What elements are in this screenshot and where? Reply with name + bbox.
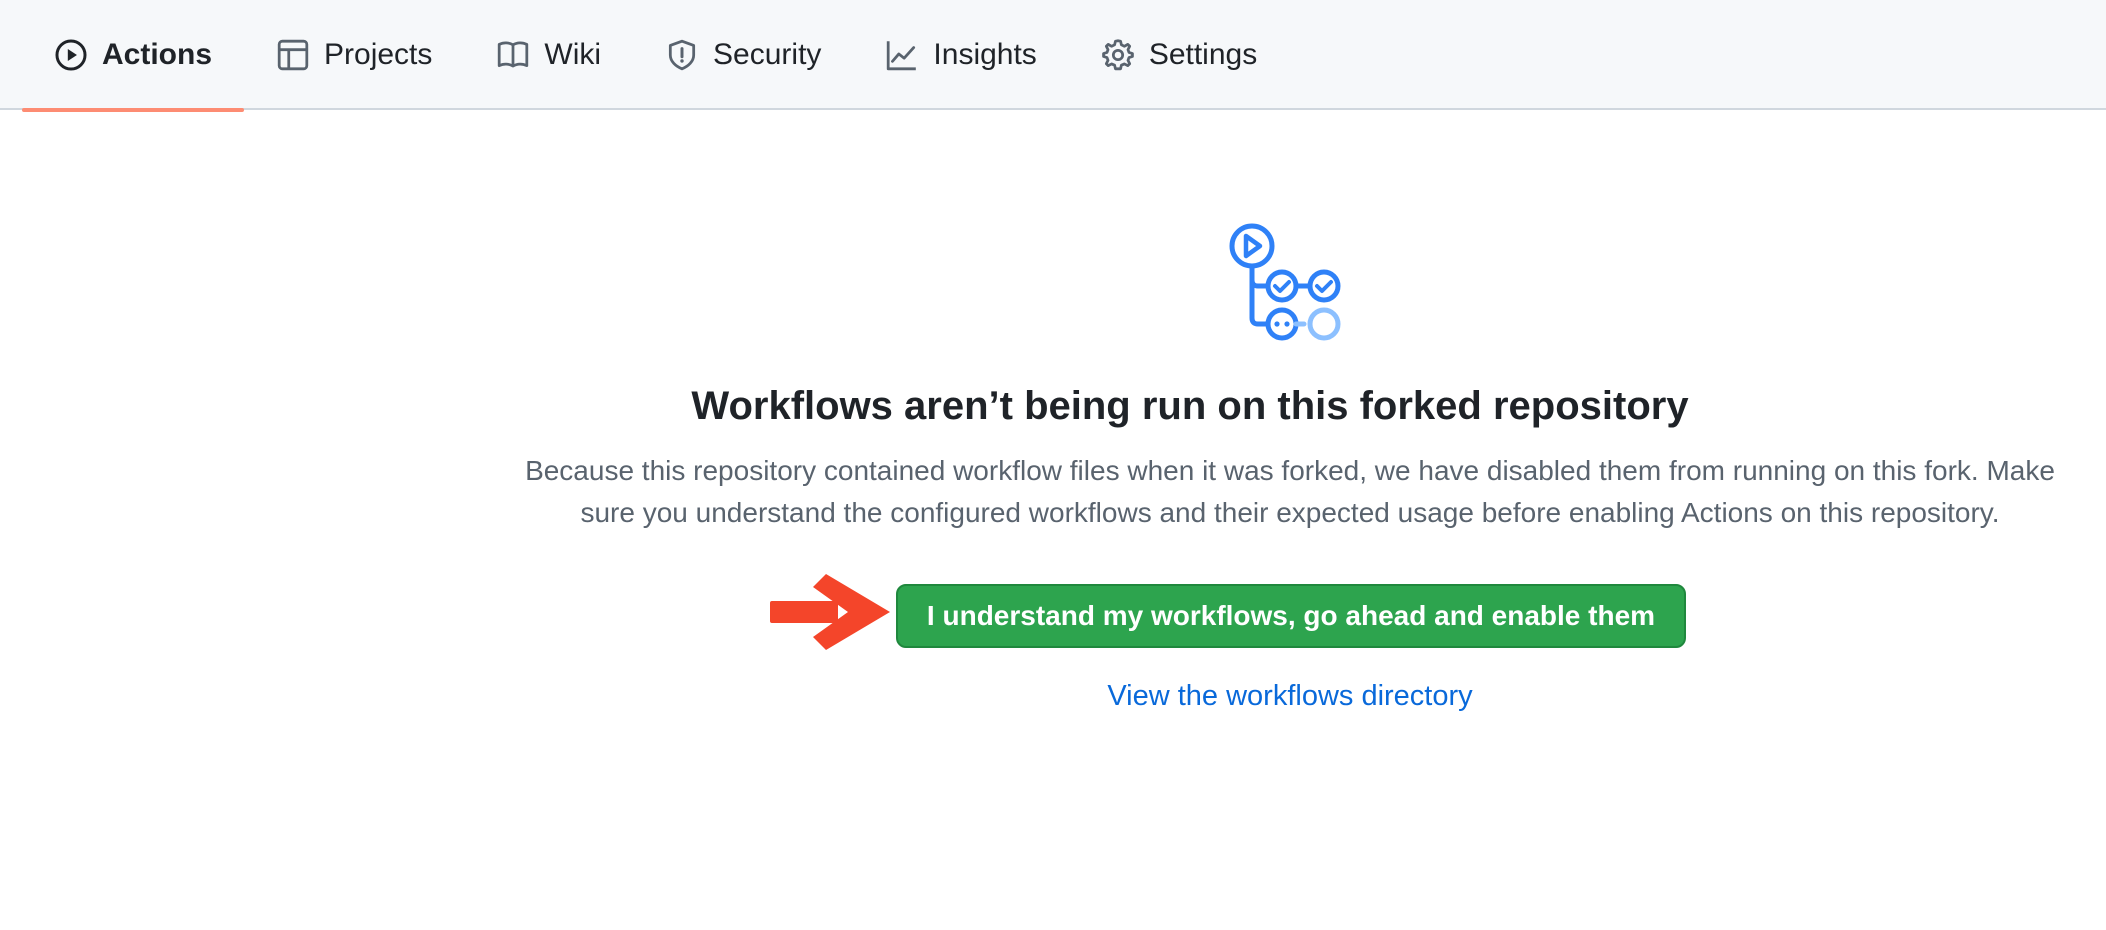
book-icon xyxy=(496,38,530,72)
tab-label: Projects xyxy=(324,38,433,71)
tab-projects[interactable]: Projects xyxy=(244,0,464,110)
tab-settings[interactable]: Settings xyxy=(1069,0,1289,110)
tab-label: Actions xyxy=(102,38,213,71)
play-icon xyxy=(54,38,88,72)
gear-icon xyxy=(1101,38,1135,72)
workflows-directory-link[interactable]: View the workflows directory xyxy=(990,680,1590,713)
table-icon xyxy=(276,38,310,72)
tab-wiki[interactable]: Wiki xyxy=(464,0,633,110)
blankslate-description: Because this repository contained workfl… xyxy=(480,450,2100,534)
description-line: Because this repository contained workfl… xyxy=(525,455,2055,486)
enable-workflows-button[interactable]: I understand my workflows, go ahead and … xyxy=(896,584,1686,648)
workflow-icon xyxy=(1229,223,1341,341)
arrow-right-icon xyxy=(770,574,890,650)
tab-label: Insights xyxy=(933,38,1037,71)
tab-actions[interactable]: Actions xyxy=(22,0,245,112)
repo-tabs: Actions Projects Wiki Security Insights xyxy=(22,0,1289,112)
tab-label: Security xyxy=(713,38,822,71)
graph-icon xyxy=(885,38,919,72)
tab-label: Wiki xyxy=(544,38,602,71)
shield-icon xyxy=(665,38,699,72)
tab-security[interactable]: Security xyxy=(633,0,853,110)
repo-nav-bar: Actions Projects Wiki Security Insights xyxy=(0,0,2106,112)
tab-insights[interactable]: Insights xyxy=(853,0,1068,110)
description-line: sure you understand the configured workf… xyxy=(580,497,2000,528)
tab-label: Settings xyxy=(1148,38,1258,71)
blankslate-title: Workflows aren’t being run on this forke… xyxy=(691,384,1689,428)
